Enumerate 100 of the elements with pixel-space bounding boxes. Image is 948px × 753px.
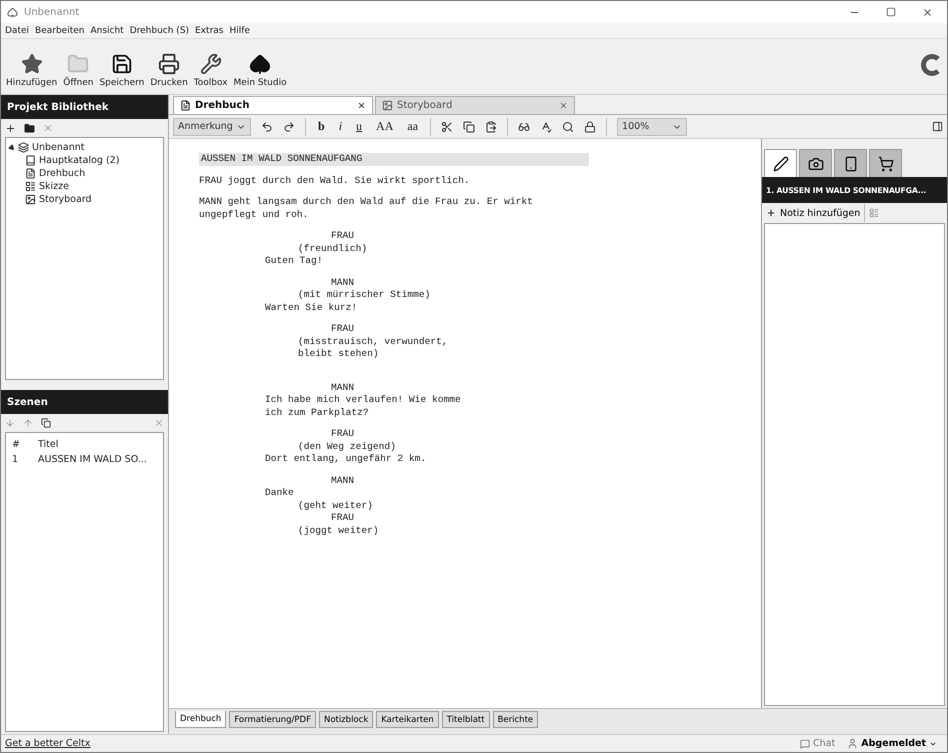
tree-item[interactable]: Unbenannt xyxy=(32,142,84,153)
format-button[interactable]: i xyxy=(336,119,344,134)
user-icon xyxy=(847,738,858,749)
view-tab[interactable]: Formatierung/PDF xyxy=(229,711,316,728)
menu-item[interactable]: Extras xyxy=(195,26,224,36)
search-icon[interactable] xyxy=(562,120,574,132)
maximize-icon[interactable] xyxy=(886,6,896,16)
view-tab[interactable]: Titelblatt xyxy=(442,711,490,728)
wrench-icon xyxy=(200,53,222,75)
tree-item[interactable]: Hauptkatalog (2) xyxy=(39,155,120,166)
folder-icon[interactable] xyxy=(24,122,35,134)
star-icon xyxy=(20,53,43,75)
view-tab[interactable]: Berichte xyxy=(492,711,538,728)
note-tab[interactable] xyxy=(869,149,902,177)
add-icon[interactable] xyxy=(5,122,16,134)
note-tab[interactable] xyxy=(799,149,832,177)
table-cell-text: 1 xyxy=(12,454,20,465)
character-name: MANN xyxy=(331,276,354,288)
undo-icon[interactable] xyxy=(261,120,273,132)
format-button[interactable]: aa xyxy=(405,119,420,134)
duplicate-icon[interactable] xyxy=(41,418,51,428)
tree-item[interactable]: Drehbuch xyxy=(39,168,86,179)
element-dropdown[interactable]: Anmerkung xyxy=(173,118,251,136)
character-name: FRAU xyxy=(331,428,354,439)
table-cell-text: AUSSEN IM WALD SO... xyxy=(38,454,148,465)
toolbar-button[interactable]: Drucken xyxy=(149,53,189,88)
parenthetical-text: (freundlich) xyxy=(298,242,368,254)
redo-icon[interactable] xyxy=(283,120,295,132)
panel-toggle-icon[interactable] xyxy=(932,121,943,132)
column-header: # xyxy=(12,439,21,450)
notes-field[interactable] xyxy=(764,223,945,706)
action-text: FRAU joggt durch den Wald. Sie wirkt sportlich. xyxy=(199,174,470,186)
spellcheck-icon[interactable] xyxy=(540,120,552,132)
zoom-dropdown[interactable]: 100% xyxy=(617,118,688,136)
phone-icon xyxy=(842,156,858,172)
image-icon xyxy=(25,194,36,205)
list-icon[interactable] xyxy=(869,208,880,218)
add-note-button[interactable]: Notiz hinzufügen xyxy=(766,208,860,218)
toolbar-button[interactable]: Öffnen xyxy=(62,53,94,88)
chat-button[interactable]: Chat xyxy=(794,737,842,750)
parenthetical-text: (mit mürrischer Stimme) xyxy=(298,289,430,300)
toolbar-button[interactable]: Speichern xyxy=(98,53,146,88)
lock-icon[interactable] xyxy=(584,120,596,132)
printer-icon xyxy=(158,53,180,75)
view-tab[interactable]: Notizblock xyxy=(318,711,374,728)
character-name: FRAU xyxy=(331,230,354,241)
cut-icon[interactable] xyxy=(441,120,454,132)
format-button[interactable]: AA xyxy=(374,119,396,134)
menu-item[interactable]: Datei xyxy=(5,26,30,36)
app-icon xyxy=(7,6,18,18)
copy-icon[interactable] xyxy=(463,120,476,132)
tree-item[interactable]: Storyboard xyxy=(39,194,92,205)
window-title: Unbenannt xyxy=(24,6,80,18)
book-icon xyxy=(25,155,36,166)
close-icon[interactable] xyxy=(922,6,933,18)
menu-item[interactable]: Bearbeiten xyxy=(35,26,84,36)
panel-title: Projekt Bibliothek xyxy=(1,95,168,119)
document-tab[interactable]: Storyboard xyxy=(375,96,575,114)
dialogue-text: Ich habe mich verlaufen! Wie komme ich zum Parkplatz? xyxy=(265,394,461,418)
cart-icon xyxy=(878,156,894,172)
close-icon[interactable] xyxy=(357,101,366,110)
note-tab[interactable] xyxy=(834,149,867,177)
spade-icon xyxy=(249,53,272,75)
parenthetical-text: (misstrauisch, verwundert, bleibt stehen) xyxy=(298,336,448,359)
plus-icon xyxy=(766,208,776,218)
project-icon xyxy=(18,142,29,153)
parenthetical-text: (den Weg zeigend) xyxy=(298,440,396,452)
user-button[interactable]: Abgemeldet xyxy=(841,737,943,750)
tree-item[interactable]: Skizze xyxy=(39,181,69,192)
toolbar-button[interactable]: Hinzufügen xyxy=(5,53,58,88)
character-name: FRAU xyxy=(331,323,354,334)
document-icon xyxy=(25,168,36,179)
pen-icon xyxy=(772,156,788,172)
panel-title: Szenen xyxy=(1,390,168,414)
parenthetical-text: (geht weiter) xyxy=(298,500,373,510)
tab-label: Storyboard xyxy=(397,100,454,111)
view-tab[interactable]: Karteikarten xyxy=(376,711,439,728)
dialogue-text: Warten Sie kurz! xyxy=(265,302,358,312)
format-button[interactable]: u xyxy=(354,119,364,134)
collapse-icon[interactable] xyxy=(8,143,16,152)
character-name: MANN xyxy=(331,382,354,392)
toolbar-button[interactable]: Mein Studio xyxy=(232,53,288,88)
paste-icon[interactable] xyxy=(485,120,498,132)
view-tab[interactable]: Drehbuch xyxy=(175,711,226,728)
toolbar-button[interactable]: Toolbox xyxy=(192,53,229,88)
dialogue-text: Danke xyxy=(265,487,294,498)
note-tab[interactable] xyxy=(764,149,797,177)
menu-item[interactable]: Ansicht xyxy=(90,26,124,36)
upgrade-link[interactable]: Get a better Celtx xyxy=(5,738,794,749)
sketch-icon xyxy=(25,181,36,192)
menu-item[interactable]: Hilfe xyxy=(230,26,250,36)
tab-label: Drehbuch xyxy=(195,100,250,111)
camera-icon xyxy=(808,156,824,172)
glasses-icon[interactable] xyxy=(518,120,530,132)
menu-item[interactable]: Drehbuch (S) xyxy=(130,26,190,36)
chat-icon xyxy=(800,738,810,748)
document-icon xyxy=(180,100,191,111)
format-button[interactable]: b xyxy=(316,119,327,134)
document-tab[interactable]: Drehbuch xyxy=(173,96,373,114)
folder-icon xyxy=(67,53,90,75)
